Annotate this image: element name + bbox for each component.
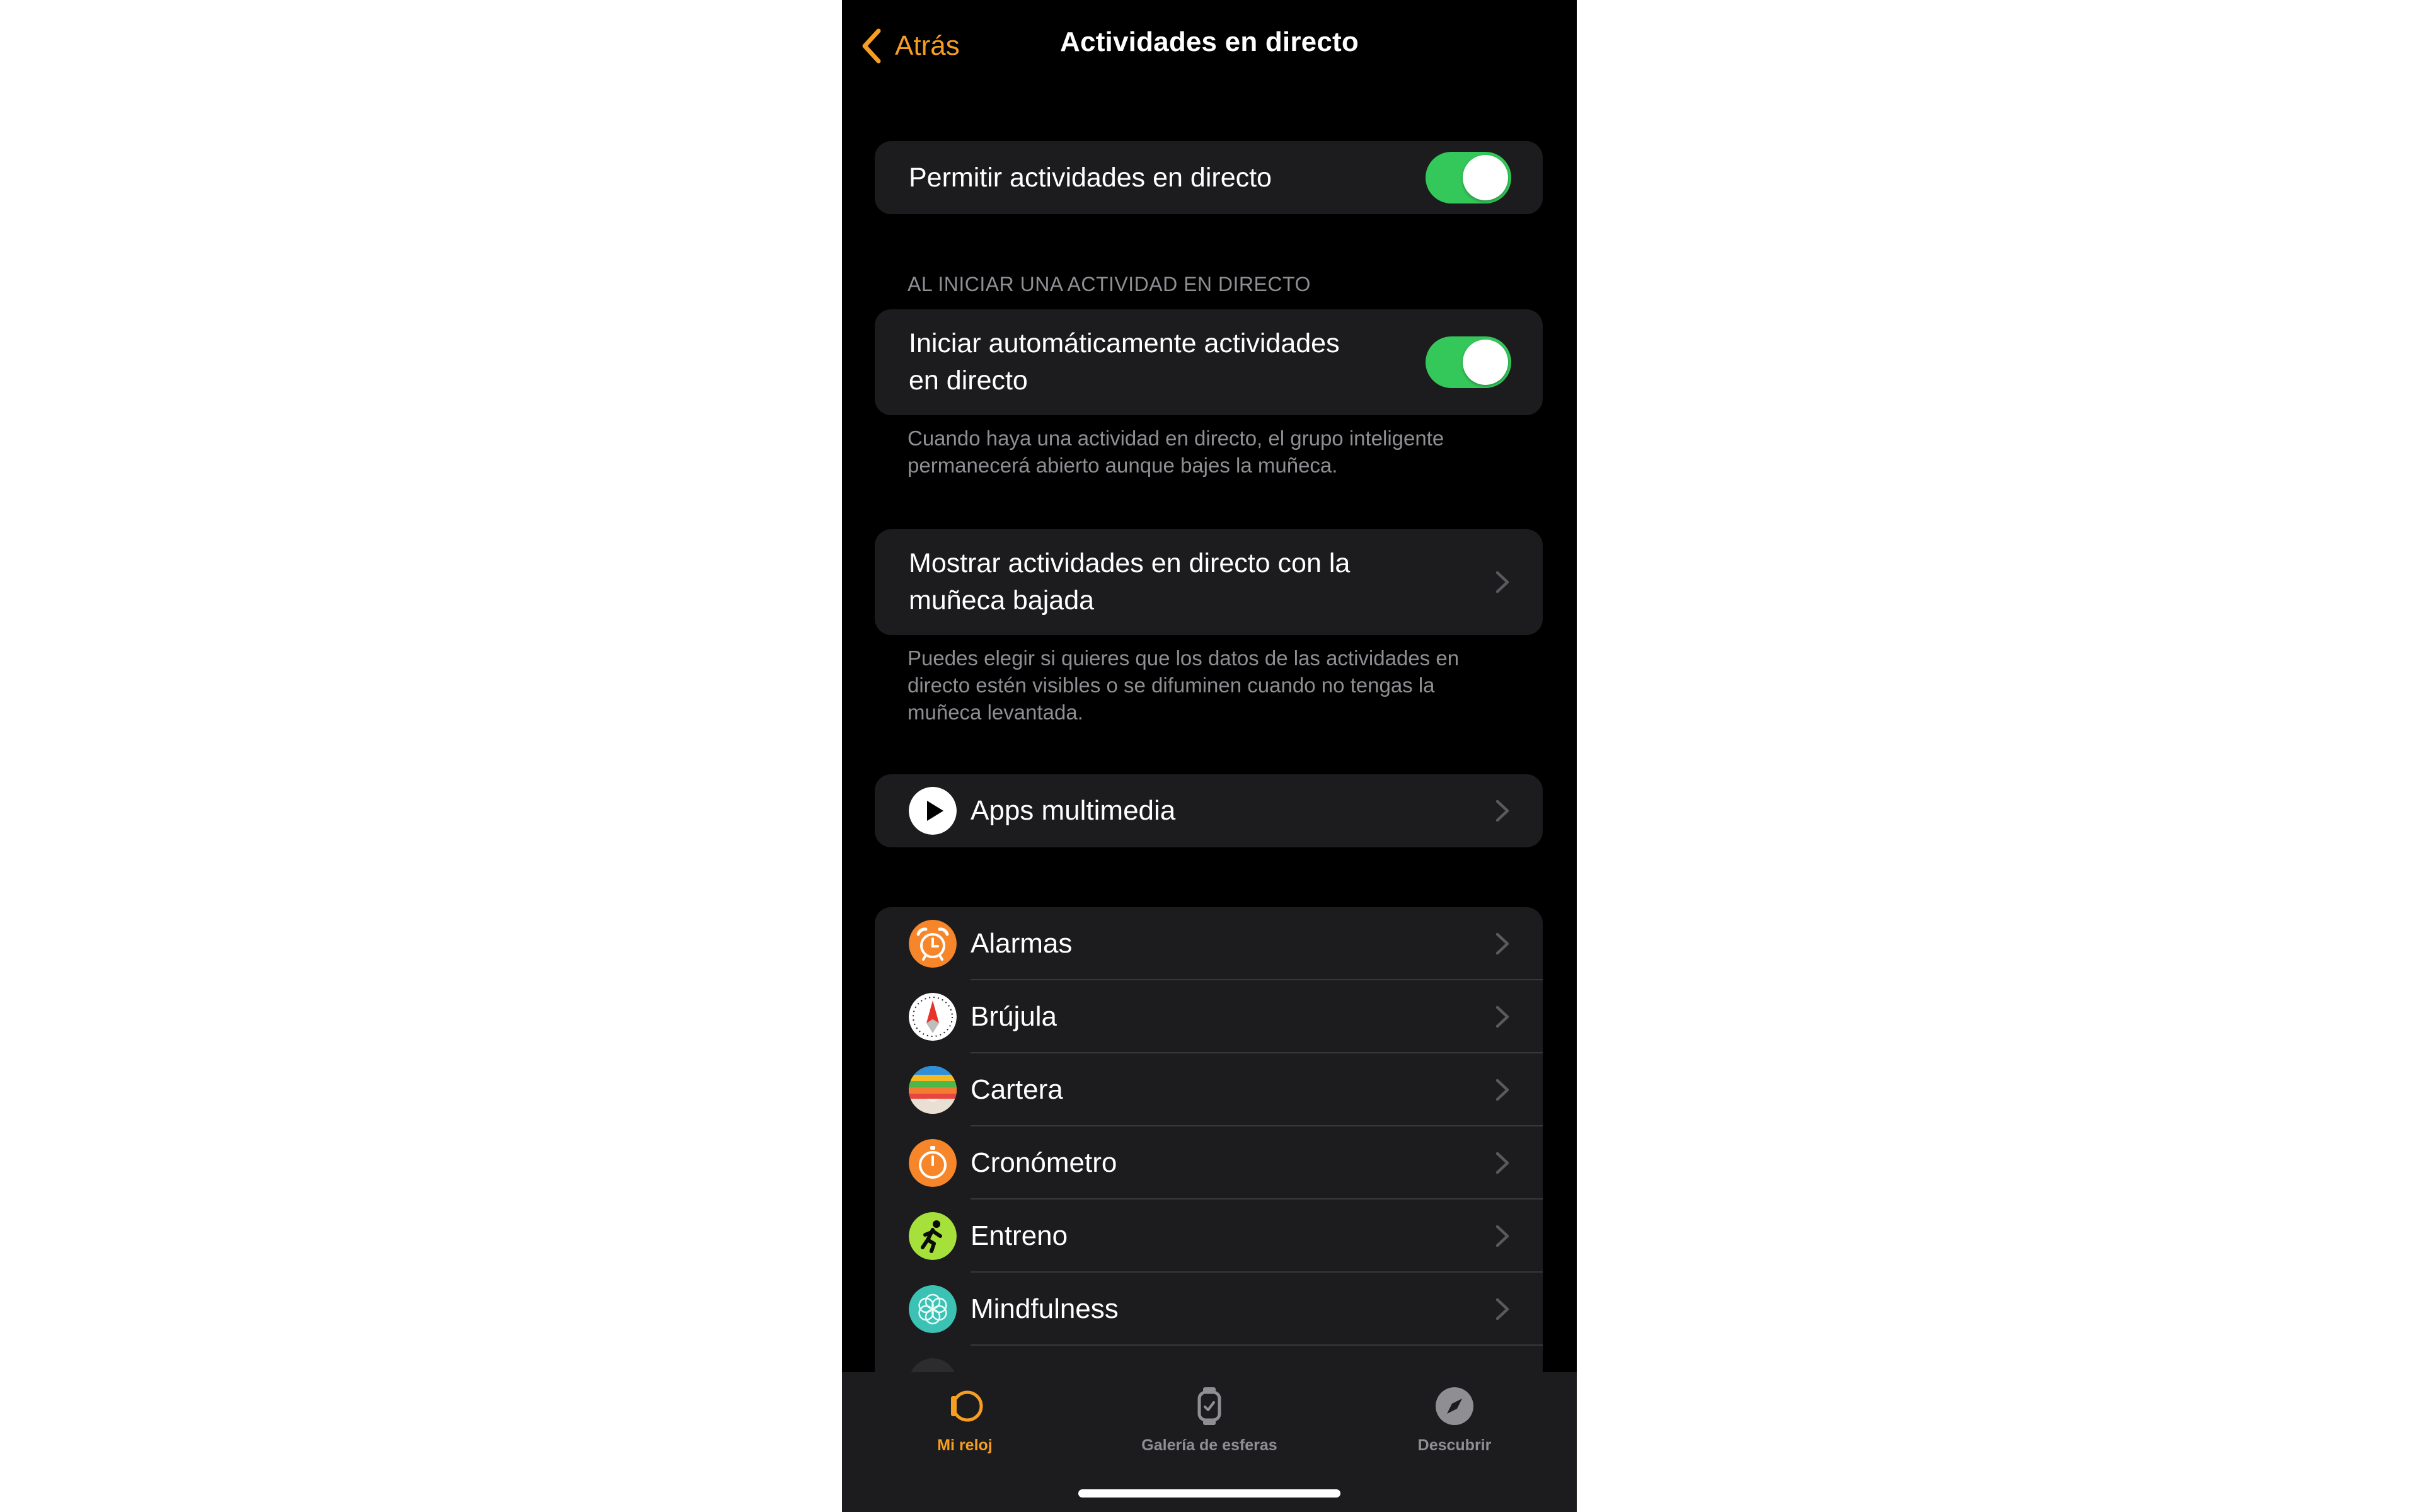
workout-runner-icon: [909, 1212, 957, 1260]
stopwatch-icon: [909, 1139, 957, 1187]
wrist-down-caption-line2: directo estén visibles o se difuminen cu…: [908, 673, 1435, 697]
auto-start-cell: Iniciar automáticamente actividades en d…: [875, 309, 1543, 415]
list-item-label: Brújula: [971, 1001, 1057, 1032]
wallet-icon: [909, 1066, 957, 1114]
my-watch-icon: [951, 1390, 983, 1422]
tab-face-gallery[interactable]: Galería de esferas: [1115, 1383, 1304, 1472]
divider: [971, 1344, 1543, 1346]
media-apps-cell[interactable]: Apps multimedia: [875, 774, 1543, 847]
list-item-label: Mindfulness: [971, 1293, 1119, 1324]
tab-label: Mi reloj: [937, 1436, 993, 1454]
chevron-right-icon: [1495, 799, 1510, 823]
tab-label: Galería de esferas: [1141, 1436, 1277, 1454]
home-indicator: [1078, 1489, 1340, 1498]
auto-start-label-line1: Iniciar automáticamente actividades: [909, 328, 1340, 358]
mindfulness-flower-icon: [909, 1285, 957, 1333]
media-apps-row[interactable]: Apps multimedia: [875, 774, 1543, 847]
chevron-right-icon: [1495, 1151, 1510, 1175]
auto-start-caption-line1: Cuando haya una actividad en directo, el…: [908, 427, 1444, 450]
wrist-down-label-line2: muñeca bajada: [909, 585, 1095, 616]
wrist-down-caption-line1: Puedes elegir si quieres que los datos d…: [908, 646, 1460, 670]
list-item-label: Cronómetro: [971, 1147, 1117, 1178]
list-item-label: Cartera: [971, 1074, 1063, 1105]
chevron-right-icon: [1495, 1224, 1510, 1248]
chevron-right-icon: [1495, 932, 1510, 956]
list-item-mindfulness[interactable]: Mindfulness: [875, 1273, 1543, 1346]
list-item-entreno[interactable]: Entreno: [875, 1200, 1543, 1273]
wrist-down-caption-line3: muñeca levantada.: [908, 701, 1083, 724]
allow-live-activities-label: Permitir actividades en directo: [909, 163, 1272, 193]
apps-list: Alarmas Brújula Cartera Cronómetro Entre…: [875, 907, 1543, 1386]
toggle-knob: [1463, 155, 1508, 200]
watch-face-gallery-icon: [1197, 1387, 1221, 1425]
allow-live-activities-toggle[interactable]: [1426, 152, 1511, 203]
allow-live-activities-cell: Permitir actividades en directo: [875, 141, 1543, 214]
tab-discover[interactable]: Descubrir: [1360, 1383, 1549, 1472]
section-header: AL INICIAR UNA ACTIVIDAD EN DIRECTO: [908, 273, 1311, 295]
list-item-cronometro[interactable]: Cronómetro: [875, 1126, 1543, 1200]
list-item-label: Entreno: [971, 1220, 1068, 1251]
wrist-down-label-line1: Mostrar actividades en directo con la: [909, 548, 1351, 578]
compass-icon: [909, 993, 957, 1041]
chevron-right-icon: [1495, 1297, 1510, 1321]
page-title: Actividades en directo: [1060, 26, 1359, 57]
list-item-alarmas[interactable]: Alarmas: [875, 907, 1543, 980]
tab-label: Descubrir: [1417, 1436, 1492, 1454]
list-item-label: Alarmas: [971, 928, 1073, 959]
list-item-brujula[interactable]: Brújula: [875, 980, 1543, 1053]
tab-my-watch[interactable]: Mi reloj: [870, 1383, 1059, 1472]
play-icon: [909, 787, 957, 835]
chevron-right-icon: [1495, 1078, 1510, 1102]
chevron-right-icon: [1495, 1005, 1510, 1029]
phone-screen: Atrás Actividades en directo Permitir ac…: [842, 0, 1577, 1512]
toggle-knob: [1463, 340, 1508, 385]
auto-start-caption-line2: permanecerá abierto aunque bajes la muñe…: [908, 454, 1338, 477]
list-item-cartera[interactable]: Cartera: [875, 1053, 1543, 1126]
auto-start-label-line2: en directo: [909, 365, 1028, 396]
wrist-down-cell[interactable]: Mostrar actividades en directo con la mu…: [875, 529, 1543, 635]
discover-compass-icon: [1436, 1387, 1473, 1425]
media-apps-label: Apps multimedia: [971, 795, 1176, 826]
auto-start-toggle[interactable]: [1426, 336, 1511, 388]
alarm-clock-icon: [909, 920, 957, 968]
chevron-right-icon: [1495, 570, 1510, 594]
